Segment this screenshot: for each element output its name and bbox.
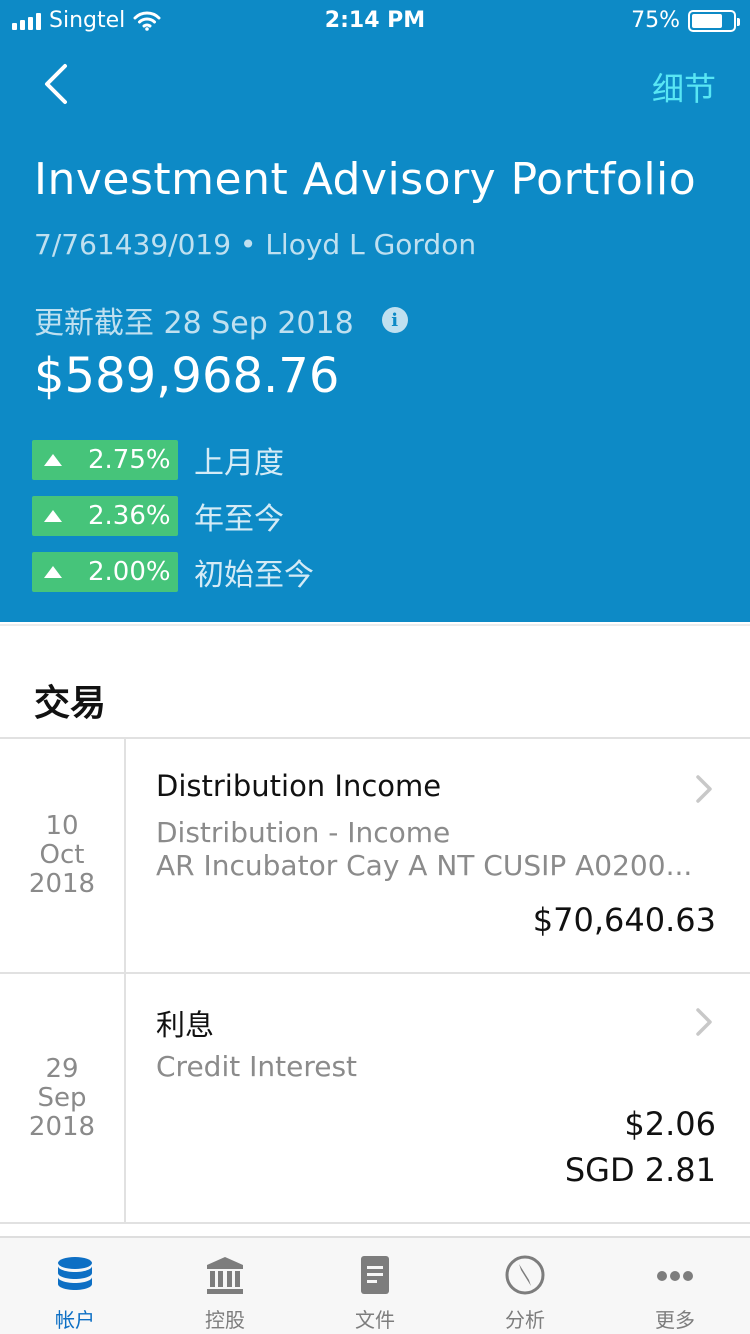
account-header: Singtel 2:14 PM 75% 细节 Investment Adviso… <box>0 0 750 622</box>
transaction-amount: $70,640.63 <box>532 901 716 939</box>
details-link[interactable]: 细节 <box>652 64 716 110</box>
transaction-title: Distribution Income <box>156 769 442 803</box>
date-month: Sep <box>37 1082 87 1113</box>
perf-badge: 2.00% <box>32 552 178 592</box>
up-arrow-icon <box>44 566 62 578</box>
battery-icon <box>688 9 740 32</box>
up-arrow-icon <box>44 510 62 522</box>
transaction-amount-local: SGD 2.81 <box>564 1151 716 1189</box>
tab-holdings[interactable]: 控股 <box>150 1238 300 1334</box>
date-day: 29 <box>45 1053 79 1084</box>
account-balance: $589,968.76 <box>34 348 340 404</box>
tab-label: 更多 <box>655 1308 695 1332</box>
transaction-row[interactable]: 10 Oct 2018 Distribution Income Distribu… <box>0 739 750 972</box>
transaction-description: Credit Interest <box>156 1050 358 1083</box>
back-button[interactable] <box>36 62 76 106</box>
more-icon <box>657 1271 693 1281</box>
tab-accounts[interactable]: 帐户 <box>0 1238 150 1334</box>
date-year: 2018 <box>28 869 96 899</box>
perf-value: 2.00% <box>88 557 171 587</box>
status-bar: Singtel 2:14 PM 75% <box>0 0 750 40</box>
account-title: Investment Advisory Portfolio <box>34 154 697 205</box>
transaction-row[interactable]: 29 Sep 2018 利息 Credit Interest $2.06 SGD… <box>0 974 750 1222</box>
status-right: 75% <box>631 8 740 33</box>
perf-row-inception: 2.00% 初始至今 <box>32 552 314 593</box>
divider <box>0 1222 750 1224</box>
perf-label: 年至今 <box>194 502 284 537</box>
tab-documents[interactable]: 文件 <box>300 1238 450 1334</box>
tab-label: 分析 <box>505 1308 545 1332</box>
transaction-date: 10 Oct 2018 <box>0 739 126 972</box>
tab-label: 文件 <box>355 1308 395 1332</box>
chevron-right-icon <box>696 1008 712 1036</box>
transaction-detail: AR Incubator Cay A NT CUSIP A0200... <box>156 849 693 882</box>
account-subtitle: 7/761439/019 • Lloyd L Gordon <box>34 228 477 261</box>
transaction-title: 利息 <box>156 1008 215 1042</box>
updated-text: 更新截至 28 Sep 2018 <box>34 306 354 341</box>
screen: Singtel 2:14 PM 75% 细节 Investment Adviso… <box>0 0 750 1334</box>
tab-label: 控股 <box>205 1308 245 1332</box>
battery-fill <box>692 13 722 28</box>
perf-badge: 2.36% <box>32 496 178 536</box>
perf-row-month: 2.75% 上月度 <box>32 440 284 481</box>
transaction-body: 利息 Credit Interest $2.06 SGD 2.81 <box>156 974 716 1222</box>
transaction-amount: $2.06 <box>624 1105 716 1143</box>
compass-icon <box>505 1255 545 1295</box>
transaction-body: Distribution Income Distribution - Incom… <box>156 739 716 972</box>
updated-date: 更新截至 28 Sep 2018 i <box>34 298 408 342</box>
perf-value: 2.36% <box>88 501 171 531</box>
bank-icon <box>207 1257 243 1294</box>
database-icon <box>58 1257 92 1290</box>
date-day: 10 <box>45 811 79 841</box>
up-arrow-icon <box>44 454 62 466</box>
tab-bar: 帐户 控股 文件 分析 更多 <box>0 1236 750 1334</box>
chevron-left-icon <box>45 64 67 104</box>
date-month: Oct <box>39 840 85 870</box>
perf-value: 2.75% <box>88 445 171 475</box>
tab-analysis[interactable]: 分析 <box>450 1238 600 1334</box>
perf-label: 初始至今 <box>194 558 314 593</box>
date-year: 2018 <box>28 1111 96 1142</box>
perf-row-ytd: 2.36% 年至今 <box>32 496 284 537</box>
perf-label: 上月度 <box>194 446 284 481</box>
document-icon <box>361 1256 389 1294</box>
transaction-description: Distribution - Income <box>156 816 451 849</box>
tab-more[interactable]: 更多 <box>600 1238 750 1334</box>
divider <box>0 624 750 626</box>
chevron-right-icon <box>696 775 712 803</box>
transactions-heading: 交易 <box>34 683 107 724</box>
transaction-date: 29 Sep 2018 <box>0 974 126 1222</box>
tab-label: 帐户 <box>55 1308 95 1332</box>
perf-badge: 2.75% <box>32 440 178 480</box>
info-icon[interactable]: i <box>381 307 408 333</box>
battery-percent: 75% <box>631 8 680 33</box>
